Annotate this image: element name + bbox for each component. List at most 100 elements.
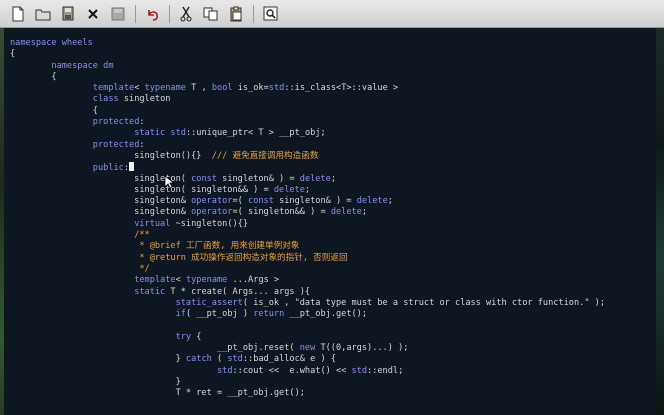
code-keyword: operator [191, 207, 233, 218]
code-token: singleton& [10, 196, 192, 207]
toolbar-separator [135, 4, 136, 23]
open-button[interactable] [33, 4, 53, 24]
code-token: } [10, 354, 186, 365]
code-keyword: operator [191, 196, 233, 207]
code-keyword: new [299, 343, 316, 354]
cut-button[interactable] [176, 4, 196, 24]
undo-button[interactable] [142, 4, 162, 24]
toolbar-separator [253, 4, 254, 23]
code-token: { [191, 331, 202, 342]
code-token: T * ret = __pt_obj.get(); [10, 388, 305, 399]
paste-button[interactable] [226, 4, 246, 24]
code-token: T , [185, 83, 212, 94]
code-keyword: static_assert [175, 297, 243, 308]
code-keyword: const [248, 196, 274, 207]
mouse-pointer-icon [164, 175, 174, 189]
code-keyword: typename [144, 83, 186, 94]
code-editor[interactable]: namespace wheels{ namespace dm { templat… [4, 28, 656, 415]
code-line: std::cout << e.what() << std::endl; [10, 366, 605, 377]
code-keyword: virtual [134, 218, 171, 229]
code-line: singleton( singleton&& ) = delete; [10, 185, 605, 196]
code-comment: /** [134, 230, 150, 241]
code-keyword: namespace dm [51, 60, 114, 71]
code-token: < [175, 275, 186, 286]
code-keyword: public [92, 163, 124, 174]
code-token: ~singleton(){} [170, 218, 249, 229]
code-keyword: std [170, 128, 186, 139]
code-keyword: std [227, 354, 243, 365]
code-keyword: delete [299, 173, 331, 184]
code-keyword: return [253, 309, 285, 320]
code-line: class singleton [10, 94, 605, 105]
code-line: static T * create( Args... args ){ [10, 287, 605, 298]
code-line: template< typename ...Args > [10, 275, 605, 286]
code-token: ; [304, 184, 311, 195]
save-disabled-icon [111, 7, 125, 20]
code-keyword: static [134, 128, 166, 139]
code-line: virtual ~singleton(){} [10, 219, 605, 230]
code-token: ::bad_alloc& e ) { [242, 354, 336, 365]
code-keyword: namespace wheels [10, 38, 93, 48]
copy-icon [203, 7, 218, 20]
code-token: { [10, 49, 16, 60]
code-line: * @return 成功操作返回构造对象的指针, 否则返回 [10, 253, 605, 264]
code-keyword: template [92, 83, 135, 94]
code-keyword: class [92, 94, 119, 105]
save-button[interactable] [58, 4, 78, 24]
code-keyword: std [216, 365, 233, 376]
code-line: { [10, 106, 605, 117]
new-file-icon [12, 6, 24, 21]
code-line: if( __pt_obj ) return __pt_obj.get(); [10, 309, 605, 320]
toolbar [0, 0, 664, 28]
code-line: T * ret = __pt_obj.get(); [10, 388, 605, 399]
code-comment: /// 避免直接调用构造函数 [211, 150, 319, 161]
code-token: } [10, 376, 181, 387]
code-token: ...Args > [227, 275, 280, 286]
code-line: namespace dm [10, 61, 605, 72]
code-token: ( is_ok , "data type must be a struct or… [242, 297, 606, 308]
code-token: < [134, 83, 145, 94]
right-edge-scrollbar[interactable] [656, 28, 664, 415]
code-token: T * create( Args... args ){ [165, 286, 311, 297]
new-file-button[interactable] [8, 4, 28, 24]
copy-button[interactable] [201, 4, 221, 24]
code-line: * @brief 工厂函数, 用来创建单例对象 [10, 241, 605, 252]
code-keyword: protected [92, 139, 140, 150]
code-keyword: typename [185, 275, 228, 286]
find-icon [263, 6, 277, 21]
code-line: static_assert( is_ok , "data type must b… [10, 298, 605, 309]
code-comment: * @return 成功操作返回构造对象的指针, 否则返回 [134, 252, 348, 263]
code-keyword: std [268, 83, 285, 94]
toolbar-separator [169, 4, 170, 23]
code-token: __pt_obj.get(); [284, 309, 368, 320]
code-line: singleton& operator=( const singleton& )… [10, 196, 605, 207]
code-token: ::is_class<T>::value > [284, 83, 399, 94]
code-line: */ [10, 264, 605, 275]
code-token: is_ok= [232, 83, 269, 94]
code-token: singleton& ) = [216, 173, 300, 184]
code-keyword: try [175, 331, 192, 342]
code-token: ::unique_ptr< T > __pt_obj; [185, 128, 326, 139]
undo-icon [148, 9, 158, 21]
save-all-button[interactable] [108, 4, 128, 24]
code-line: singleton& operator=( singleton&& ) = de… [10, 207, 605, 218]
code-line: namespace wheels [10, 38, 605, 49]
find-button[interactable] [260, 4, 280, 24]
close-button[interactable] [83, 4, 103, 24]
code-line: } catch ( std::bad_alloc& e ) { [10, 354, 605, 365]
code-line: { [10, 49, 605, 60]
code-token: : [139, 117, 145, 128]
code-line: singleton( const singleton& ) = delete; [10, 174, 605, 185]
code-keyword: delete [330, 207, 362, 218]
